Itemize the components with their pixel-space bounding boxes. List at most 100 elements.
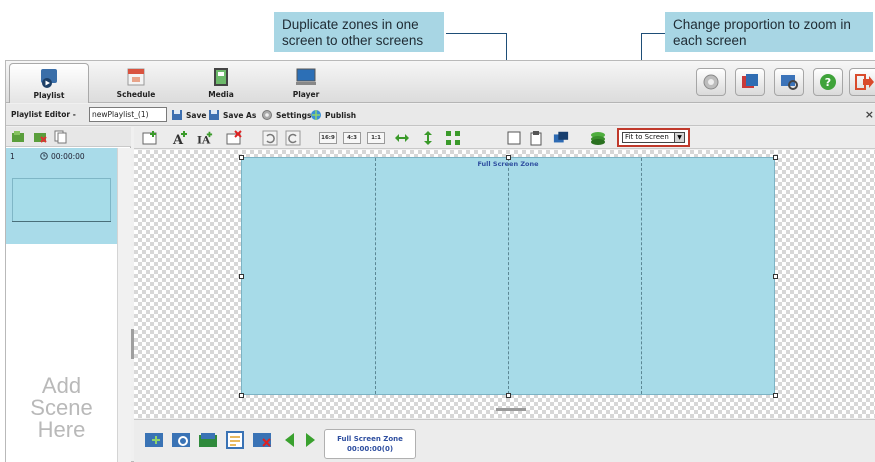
design-canvas: Full Screen Zone [134, 150, 875, 418]
clock-icon [40, 152, 48, 160]
redo-button[interactable] [285, 130, 301, 146]
resize-handle-tl[interactable] [239, 155, 244, 160]
add-zone-button[interactable] [142, 130, 158, 146]
screen-divider-3 [641, 158, 642, 394]
edit-media-icon[interactable] [225, 430, 245, 450]
settings-button[interactable] [696, 68, 726, 96]
copy-scene-icon[interactable] [54, 130, 68, 144]
paste-icon [530, 131, 542, 146]
resize-handle-bm[interactable] [506, 393, 511, 398]
paste-zone-button[interactable] [528, 130, 544, 146]
tab-playlist[interactable]: Playlist [9, 63, 89, 103]
zoom-select[interactable]: Fit to Screen ▼ [617, 128, 690, 147]
canvas-scroll-grip[interactable] [496, 408, 526, 411]
fill-screen-button[interactable] [445, 130, 461, 146]
zone-toolbar: A IA 16:9 4:3 1:1 Fit to Screen ▼ [134, 127, 875, 149]
delete-scene-icon[interactable] [33, 130, 47, 144]
screen-divider-2 [508, 158, 509, 394]
undo-icon [262, 130, 278, 146]
add-scene-icon[interactable] [11, 130, 25, 144]
add-ticker-icon: IA [197, 131, 213, 146]
full-screen-zone[interactable]: Full Screen Zone [241, 157, 775, 395]
arrow-left-icon[interactable] [280, 430, 300, 450]
add-zone-icon [142, 131, 157, 145]
copy-zone-button[interactable] [506, 130, 522, 146]
delete-media-icon[interactable] [252, 430, 272, 450]
scene-toolbar [6, 127, 131, 147]
scene-thumbnail [12, 178, 111, 222]
scene-thumbnail-divider [12, 221, 111, 222]
duplicate-screens-icon [553, 131, 569, 143]
add-ticker-button[interactable]: IA [197, 130, 213, 146]
main-nav-bar: Playlist Schedule Media Player ? [6, 61, 875, 103]
media-icon [214, 68, 228, 86]
settings-link[interactable]: Settings [261, 108, 311, 122]
close-editor-icon[interactable]: × [865, 108, 874, 121]
help-button[interactable]: ? [813, 68, 843, 96]
app-window: Playlist Schedule Media Player ? Playlis… [5, 60, 875, 462]
schedule-icon [127, 68, 145, 86]
tab-media[interactable]: Media [181, 63, 261, 103]
chevron-down-icon[interactable]: ▼ [674, 132, 685, 143]
zone-timeline: Full Screen Zone 00:00:00(0) [134, 419, 875, 462]
tab-player-label: Player [292, 90, 320, 99]
slideshow-button[interactable] [735, 68, 765, 96]
scene-item[interactable]: 1 00:00:00 [6, 148, 117, 244]
exit-button[interactable] [849, 68, 875, 96]
arrow-right-icon[interactable] [300, 430, 320, 450]
monitor-search-button[interactable] [774, 68, 804, 96]
tab-schedule[interactable]: Schedule [96, 63, 176, 103]
timeline-zone-name: Full Screen Zone [337, 435, 403, 443]
media-folder-icon[interactable] [198, 430, 218, 450]
save-as-label: Save As [223, 110, 257, 120]
add-media-icon[interactable] [144, 430, 164, 450]
tab-schedule-label: Schedule [116, 90, 156, 99]
ratio-1-1-label: 1:1 [371, 135, 381, 141]
globe-icon [311, 110, 321, 120]
scene-number: 1 [10, 152, 15, 161]
save-as-button[interactable]: Save As [208, 108, 256, 122]
help-icon: ? [820, 74, 836, 90]
ratio-4-3-button[interactable]: 4:3 [343, 132, 361, 144]
timeline-zone-tab[interactable]: Full Screen Zone 00:00:00(0) [324, 429, 416, 459]
arrows-horizontal-icon [395, 134, 409, 142]
svg-text:?: ? [825, 76, 831, 89]
timeline-zone-time: 00:00:00(0) [346, 445, 394, 453]
undo-button[interactable] [262, 130, 278, 146]
player-icon [296, 68, 316, 85]
playlist-editor-bar: Playlist Editor - Save Save As Settings … [6, 104, 875, 126]
tab-media-label: Media [208, 90, 234, 99]
publish-label: Publish [325, 110, 357, 120]
resize-handle-br[interactable] [773, 393, 778, 398]
stretch-horizontal-button[interactable] [394, 130, 410, 146]
add-scene-line-3: Here [37, 417, 86, 442]
callout-proportion-leader-h [641, 33, 665, 34]
playlist-editor-label: Playlist Editor - [11, 110, 76, 119]
stretch-vertical-button[interactable] [420, 130, 436, 146]
resize-handle-tr[interactable] [773, 155, 778, 160]
callout-duplicate-zones: Duplicate zones in one screen to other s… [274, 12, 444, 52]
delete-zone-button[interactable] [226, 130, 242, 146]
ratio-16-9-label: 16:9 [321, 135, 335, 141]
resize-handle-bl[interactable] [239, 393, 244, 398]
media-search-icon[interactable] [171, 430, 191, 450]
resize-handle-mr[interactable] [773, 274, 778, 279]
settings-label: Settings [276, 110, 312, 120]
slideshow-icon [742, 74, 758, 88]
playlist-icon [41, 69, 57, 88]
ratio-16-9-button[interactable]: 16:9 [319, 132, 337, 144]
scene-panel-scrollbar[interactable] [117, 148, 131, 462]
resize-handle-tm[interactable] [506, 155, 511, 160]
layers-button[interactable] [590, 130, 606, 146]
arrows-vertical-icon [424, 131, 432, 145]
tab-player[interactable]: Player [266, 63, 346, 103]
publish-button[interactable]: Publish [310, 108, 356, 122]
ratio-1-1-button[interactable]: 1:1 [367, 132, 385, 144]
add-scene-line-2: Scene [30, 395, 93, 420]
monitor-search-icon [781, 75, 798, 90]
add-text-button[interactable]: A [172, 130, 188, 146]
resize-handle-ml[interactable] [239, 274, 244, 279]
save-button[interactable]: Save [171, 108, 206, 122]
duplicate-to-screens-button[interactable] [553, 130, 569, 146]
playlist-name-input[interactable] [89, 107, 167, 122]
